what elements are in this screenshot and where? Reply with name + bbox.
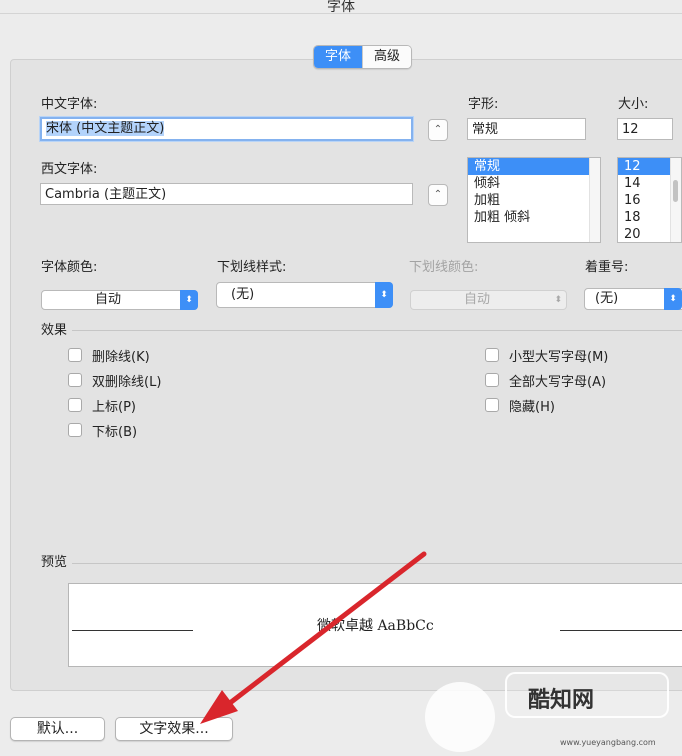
watermark-logo-icon: [425, 682, 495, 752]
watermark-brand: 酷知网: [528, 688, 595, 713]
watermark-url: www.yueyangbang.com: [560, 738, 656, 747]
annotation-arrow-icon: [200, 551, 427, 724]
